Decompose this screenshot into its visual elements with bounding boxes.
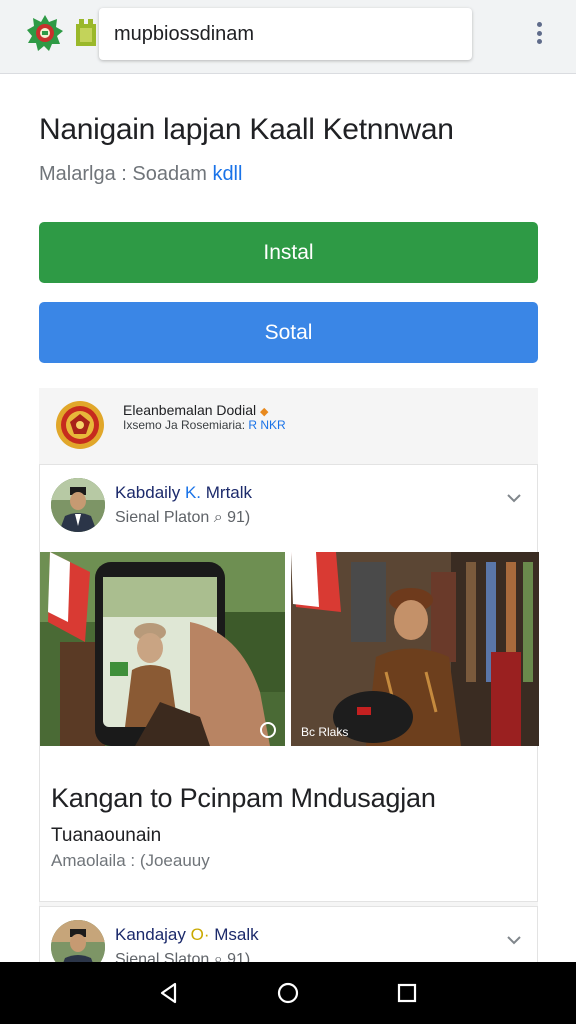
post-card: Kandajay O· Msalk Sienal Slaton ⌕ 91) (39, 906, 538, 962)
avatar[interactable] (51, 920, 105, 962)
author-rest: Mrtalk (205, 483, 253, 502)
page-meta: Ixsemo Ja Rosemiaria: R NKR (123, 418, 286, 432)
post-meta: Sienal Platon ⌕ 91) (115, 509, 251, 526)
verified-badge-icon: ◆ (259, 406, 269, 418)
more-vert-icon[interactable] (530, 20, 548, 46)
url-text: mupbiossdinam (114, 22, 255, 45)
post-author[interactable]: Kandajay O· Msalk (115, 925, 259, 945)
install-button[interactable]: Instal (39, 222, 538, 283)
avatar-image (51, 478, 105, 532)
feed: Eleanbemalan Dodial ◆ Ixsemo Ja Rosemiar… (39, 388, 539, 962)
page-name-text: Eleanbemalan Dodial (123, 402, 257, 418)
post-meta-secondary: Amaolaila : (Joeauuy (51, 851, 210, 870)
secondary-button[interactable]: Sotal (39, 302, 538, 363)
page-content: Nanigain lapjan Kaall Ketnnwan Malarlga … (0, 75, 576, 962)
page-name: Eleanbemalan Dodial ◆ (123, 402, 268, 418)
photo-caption: Bc Rlaks (301, 725, 348, 739)
home-circle-icon[interactable] (276, 981, 300, 1005)
install-button-label: Instal (263, 240, 314, 264)
avatar[interactable] (51, 478, 105, 532)
url-field[interactable]: mupbiossdinam (99, 8, 472, 60)
app-subtitle-link[interactable]: kdll (212, 163, 242, 185)
author-name: Kabdaily (115, 483, 181, 502)
post-card: Kabdaily K. Mrtalk Sienal Platon ⌕ 91) B… (39, 464, 539, 902)
page-meta-tag[interactable]: R NKR (248, 418, 285, 432)
chevron-down-icon[interactable] (504, 488, 524, 508)
avatar-image (51, 920, 105, 962)
browser-toolbar: mupbiossdinam (0, 0, 576, 74)
post-author[interactable]: Kabdaily K. Mrtalk (115, 483, 252, 503)
author-accent: O· (190, 925, 210, 944)
secondary-button-label: Sotal (264, 320, 313, 344)
post-photo-batik[interactable]: Bc Rlaks (291, 552, 539, 746)
green-gear-logo-icon[interactable] (26, 14, 64, 52)
post-meta: Sienal Slaton ⌕ 91) (115, 951, 251, 962)
author-accent: K. (184, 483, 202, 502)
post-photo-phone[interactable] (40, 552, 285, 746)
page-header[interactable]: Eleanbemalan Dodial ◆ Ixsemo Ja Rosemiar… (39, 388, 538, 460)
chevron-down-icon[interactable] (504, 930, 524, 950)
back-triangle-icon[interactable] (157, 981, 181, 1005)
app-subtitle-text: Malarlga : Soadam (39, 163, 207, 185)
app-title: Nanigain lapjan Kaall Ketnnwan (39, 113, 454, 146)
author-name: Kandajay (115, 925, 186, 944)
battery-tab-icon[interactable] (74, 18, 98, 48)
system-nav-bar (0, 962, 576, 1024)
emblem-logo-icon (56, 401, 104, 449)
photo-image (40, 552, 285, 746)
page-meta-text: Ixsemo Ja Rosemiaria: (123, 418, 246, 432)
post-title[interactable]: Kangan to Pcinpam Mndusagjan (51, 783, 436, 814)
author-rest: Msalk (214, 925, 259, 944)
recents-square-icon[interactable] (395, 981, 419, 1005)
photo-image-2: Bc Rlaks (291, 552, 539, 746)
post-subtitle: Tuanaounain (51, 825, 162, 846)
app-subtitle: Malarlga : Soadam kdll (39, 163, 242, 186)
